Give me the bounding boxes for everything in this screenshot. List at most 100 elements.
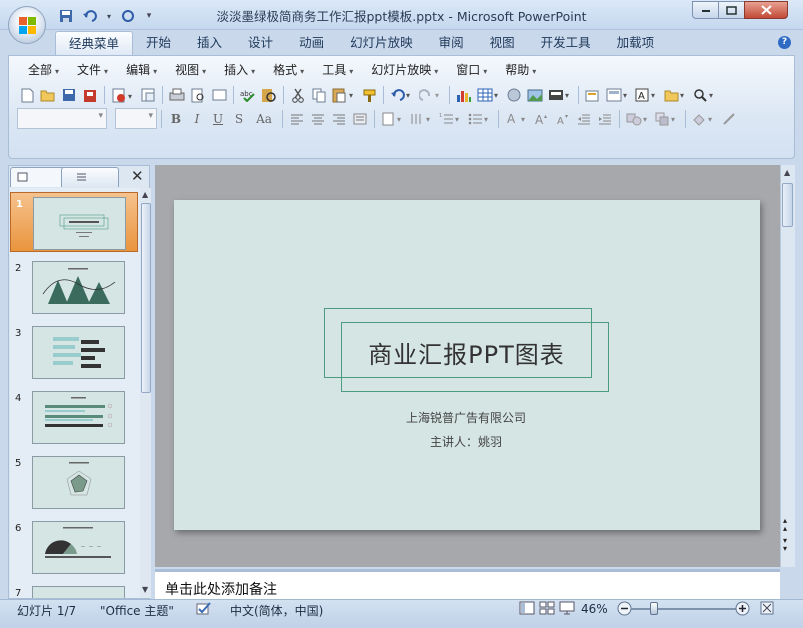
close-button[interactable] — [744, 1, 788, 19]
font-color-icon[interactable]: A ▾ — [503, 109, 531, 129]
spelling-icon[interactable]: abc — [238, 85, 258, 105]
copy-icon[interactable] — [309, 85, 329, 105]
slide-thumbnail[interactable]: 2 — [10, 257, 138, 317]
new-slide-icon[interactable] — [583, 85, 603, 105]
justify-icon[interactable] — [350, 109, 370, 129]
menu-tools[interactable]: 工具 ▾ — [313, 60, 362, 80]
menu-format[interactable]: 格式 ▾ — [264, 60, 313, 80]
align-center-icon[interactable] — [308, 109, 328, 129]
underline-button[interactable]: U — [208, 109, 228, 129]
close-pane-icon[interactable]: ✕ — [131, 167, 144, 185]
textbox-icon[interactable]: A ▾ — [633, 85, 661, 105]
normal-view-icon[interactable] — [519, 601, 535, 618]
decrease-indent-icon[interactable] — [574, 109, 594, 129]
undo-dropdown-icon[interactable]: ▾ — [104, 7, 114, 25]
font-name-combo[interactable] — [17, 108, 107, 129]
menu-help[interactable]: 帮助 ▾ — [496, 60, 545, 80]
next-slide-icon[interactable]: ▾ ▾ — [783, 537, 787, 553]
help-icon[interactable]: ? — [778, 36, 791, 49]
slide-sorter-icon[interactable] — [539, 601, 555, 618]
tab-insert[interactable]: 插入 — [184, 31, 235, 55]
redo-icon[interactable] — [118, 7, 138, 25]
undo-icon[interactable]: ▾ — [388, 85, 416, 105]
menu-view[interactable]: 视图 ▾ — [166, 60, 215, 80]
maximize-button[interactable] — [718, 1, 745, 19]
menu-insert[interactable]: 插入 ▾ — [215, 60, 264, 80]
shape-fill-icon[interactable]: ▾ — [690, 109, 718, 129]
change-case-button[interactable]: Aa — [250, 109, 278, 129]
find-icon[interactable]: ▾ — [691, 85, 719, 105]
office-button[interactable] — [8, 6, 46, 44]
slide-presenter[interactable]: 主讲人：姚羽 — [360, 433, 572, 450]
shapes-icon[interactable]: ▾ — [624, 109, 652, 129]
table-icon[interactable]: ▾ — [475, 85, 503, 105]
tab-animations[interactable]: 动画 — [286, 31, 337, 55]
picture-icon[interactable] — [525, 85, 545, 105]
tab-developer[interactable]: 开发工具 — [528, 31, 604, 55]
scroll-up-icon[interactable]: ▲ — [784, 168, 790, 177]
menu-slideshow[interactable]: 幻灯片放映 ▾ — [362, 60, 447, 80]
align-right-icon[interactable] — [329, 109, 349, 129]
slide-thumbnail[interactable]: 1 — [10, 192, 138, 252]
save-icon[interactable] — [56, 7, 76, 25]
menu-edit[interactable]: 编辑 ▾ — [117, 60, 166, 80]
email-icon[interactable] — [138, 85, 158, 105]
tab-addins[interactable]: 加载项 — [604, 31, 668, 55]
slideshow-view-icon[interactable] — [559, 601, 575, 618]
permission-icon[interactable] — [80, 85, 100, 105]
shadow-button[interactable]: S — [229, 109, 249, 129]
menu-window[interactable]: 窗口 ▾ — [447, 60, 496, 80]
pdf-export-icon[interactable]: ▾ — [109, 85, 137, 105]
open-folder-icon[interactable] — [38, 85, 58, 105]
minimize-button[interactable] — [692, 1, 719, 19]
research-icon[interactable] — [259, 85, 279, 105]
zoom-out-icon[interactable] — [617, 601, 632, 619]
zoom-level[interactable]: 46% — [581, 602, 608, 616]
zoom-slider-knob[interactable] — [650, 602, 658, 615]
numbering-icon[interactable]: 1 ▾ — [437, 109, 465, 129]
previous-slide-icon[interactable]: ▴ ▴ — [783, 517, 787, 533]
menu-file[interactable]: 文件 ▾ — [68, 60, 117, 80]
new-document-icon[interactable] — [17, 85, 37, 105]
scroll-down-icon[interactable]: ▼ — [142, 585, 148, 594]
spell-check-icon[interactable] — [196, 601, 212, 619]
italic-button[interactable]: I — [187, 109, 207, 129]
tab-home[interactable]: 开始 — [133, 31, 184, 55]
background-icon[interactable]: ▾ — [546, 85, 574, 105]
slide-company[interactable]: 上海锐普广告有限公司 — [360, 409, 572, 426]
arrange-icon[interactable]: ▾ — [653, 109, 681, 129]
align-left-icon[interactable] — [287, 109, 307, 129]
language-indicator[interactable]: 中文(简体，中国) — [230, 602, 323, 619]
bullets-icon[interactable]: ▾ — [466, 109, 494, 129]
scroll-thumb[interactable] — [141, 203, 151, 393]
slide-thumbnail[interactable]: 3 — [10, 322, 138, 382]
slide-thumbnail[interactable]: 7 — [10, 582, 138, 598]
align-text-icon[interactable]: ▾ — [408, 109, 436, 129]
layout-icon[interactable]: ▾ — [604, 85, 632, 105]
slide-thumbnail[interactable]: 4 — [10, 387, 138, 447]
save-icon[interactable] — [59, 85, 79, 105]
scroll-up-icon[interactable]: ▲ — [142, 190, 148, 199]
thumbnail-scrollbar[interactable]: ▲ ▼ — [141, 188, 151, 598]
font-size-combo[interactable] — [115, 108, 157, 129]
tab-review[interactable]: 审阅 — [426, 31, 477, 55]
zoom-in-icon[interactable] — [735, 601, 750, 619]
redo-icon[interactable]: ▾ — [417, 85, 445, 105]
customize-qat-icon[interactable]: ▾ — [142, 7, 156, 25]
text-direction-icon[interactable]: ▾ — [379, 109, 407, 129]
tab-design[interactable]: 设计 — [235, 31, 286, 55]
fit-to-window-icon[interactable] — [760, 601, 774, 618]
tab-outline[interactable] — [61, 167, 119, 187]
paste-icon[interactable]: ▾ — [330, 85, 358, 105]
increase-indent-icon[interactable] — [595, 109, 615, 129]
decrease-font-icon[interactable]: A ▾ — [553, 109, 573, 129]
shape-outline-icon[interactable] — [719, 109, 739, 129]
tab-view[interactable]: 视图 — [477, 31, 528, 55]
increase-font-icon[interactable]: A ▴ — [532, 109, 552, 129]
print-icon[interactable] — [167, 85, 187, 105]
notes-placeholder[interactable]: 单击此处添加备注 — [165, 579, 277, 599]
cut-icon[interactable] — [288, 85, 308, 105]
tab-slideshow[interactable]: 幻灯片放映 — [337, 31, 426, 55]
slide-thumbnail[interactable]: 5 — [10, 452, 138, 512]
undo-icon[interactable] — [80, 7, 100, 25]
